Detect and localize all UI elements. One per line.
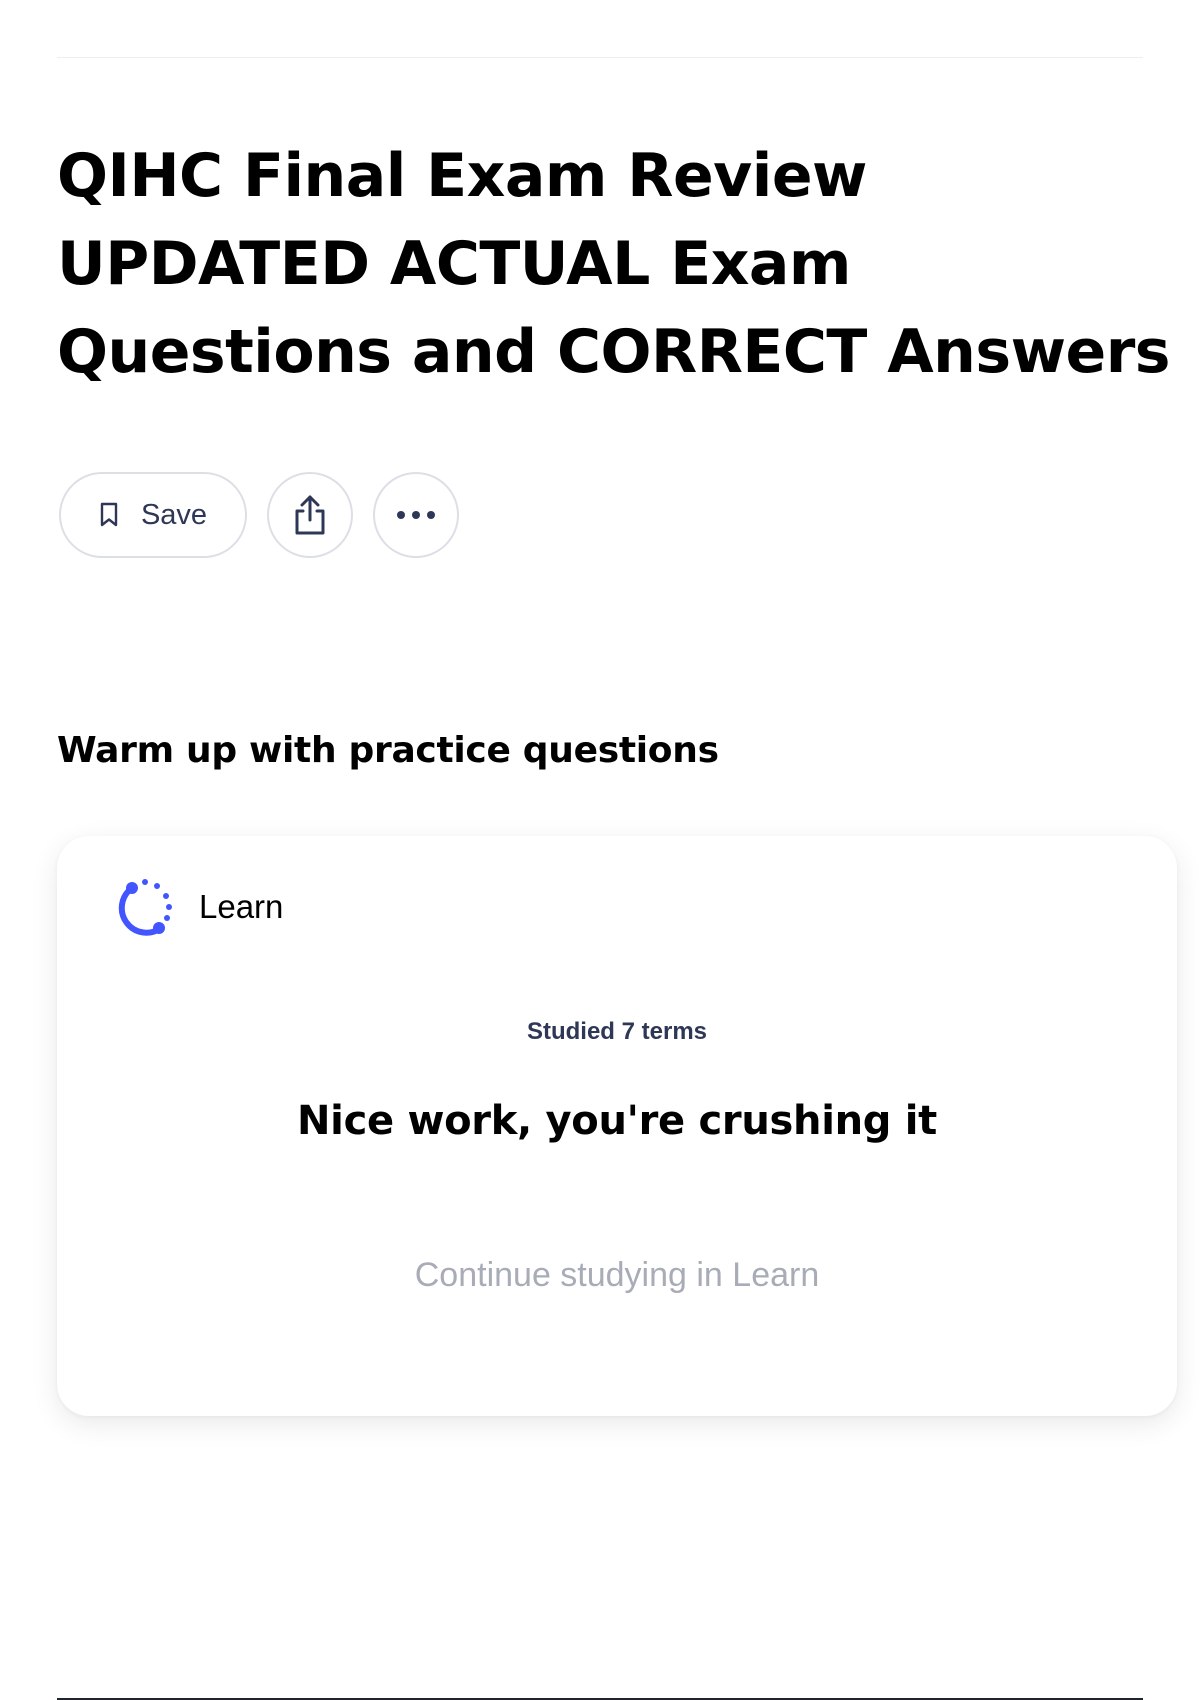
save-button-label: Save	[140, 498, 208, 531]
more-options-button[interactable]	[373, 472, 459, 558]
section-heading: Warm up with practice questions	[57, 730, 719, 771]
encouragement-message: Nice work, you're crushing it	[297, 1098, 937, 1144]
top-divider	[57, 57, 1143, 58]
share-button[interactable]	[267, 472, 353, 558]
more-options-icon	[396, 510, 436, 520]
page-title: QIHC Final Exam Review UPDATED ACTUAL Ex…	[57, 141, 1171, 387]
save-button[interactable]: Save	[59, 472, 247, 558]
learn-card-title: Learn	[199, 888, 284, 925]
studied-terms-count: Studied 7 terms	[526, 1018, 708, 1045]
learn-card-header: Learn	[115, 876, 283, 938]
share-icon	[292, 494, 328, 536]
bookmark-icon	[99, 502, 119, 528]
action-bar: Save	[59, 472, 459, 558]
continue-studying-link[interactable]: Continue studying in Learn	[57, 1256, 1177, 1295]
learn-progress-icon	[115, 876, 177, 938]
learn-card[interactable]: Learn Studied 7 terms Nice work, you're …	[57, 836, 1177, 1416]
